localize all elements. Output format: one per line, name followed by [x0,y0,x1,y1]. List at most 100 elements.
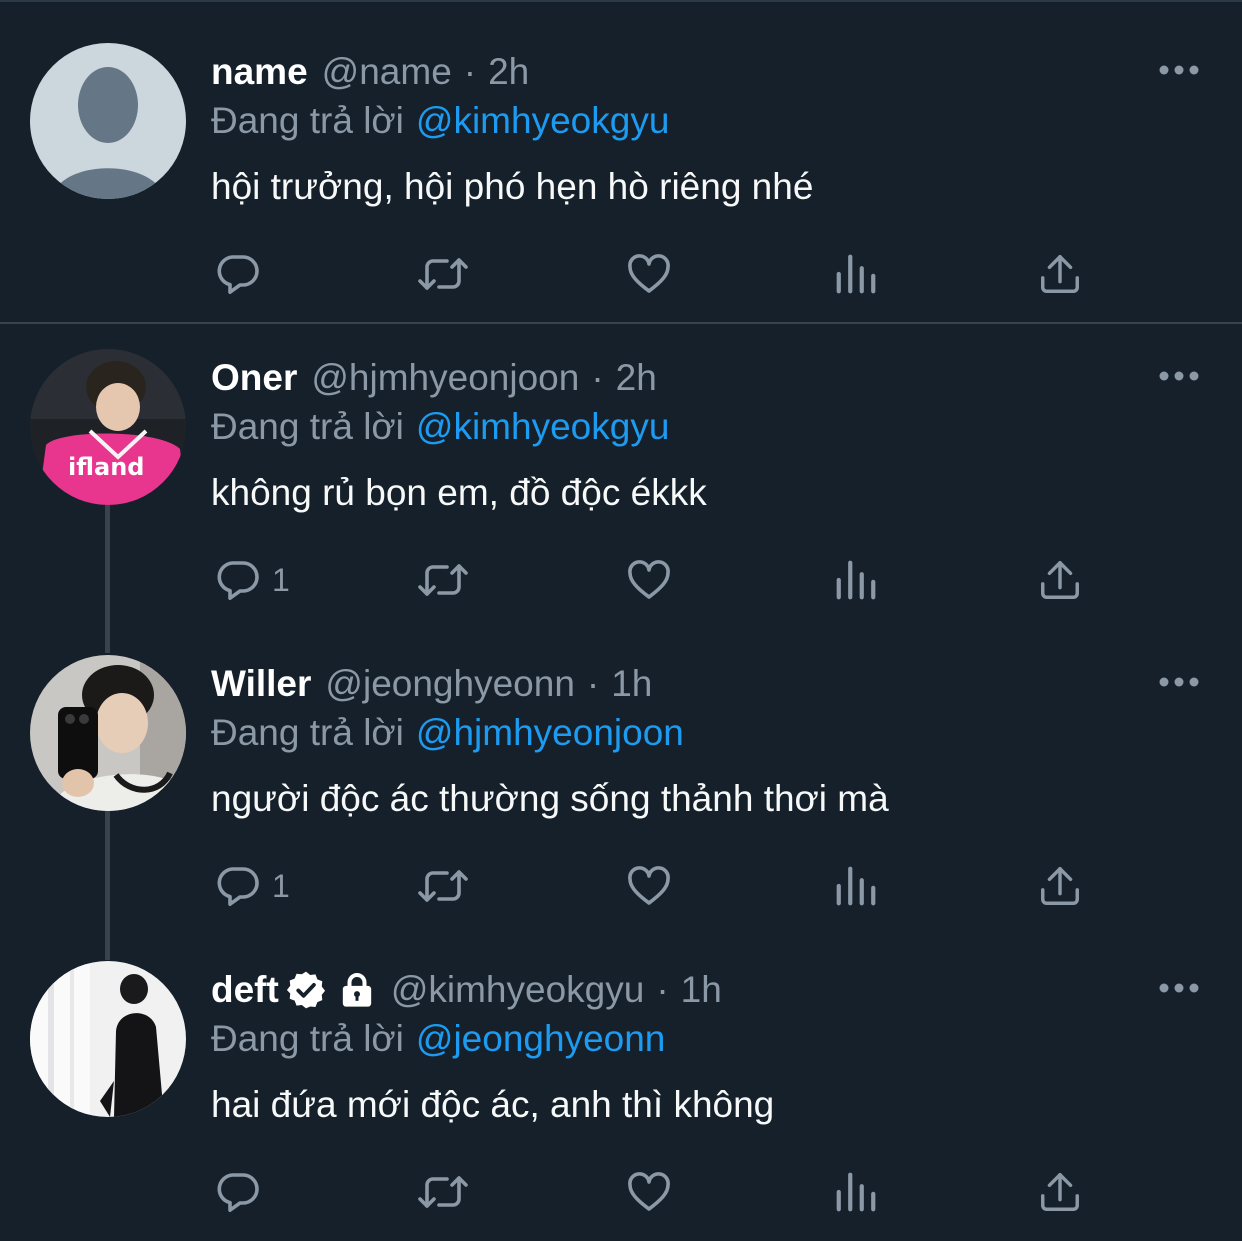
reply-icon [217,1173,259,1212]
action-bar: 1 [211,554,1111,606]
timestamp[interactable]: 1h [681,969,722,1011]
lock-icon [342,973,371,1007]
avatar-oner[interactable]: ifland [30,349,186,505]
like-button[interactable] [624,1166,674,1218]
share-icon [1041,867,1079,905]
action-bar [211,248,1111,300]
like-button[interactable] [624,248,674,300]
tweet-text: người độc ác thường sống thảnh thơi mà [211,778,889,819]
like-icon [628,866,670,905]
tweet[interactable]: deft @kimhyeokgyu · 1h Đang trả lời @jeo… [0,918,1242,1241]
more-button[interactable] [1155,55,1203,85]
action-bar [211,1166,1111,1218]
tweet-text: hội trưởng, hội phó hẹn hò riêng nhé [211,166,814,207]
display-name[interactable]: name [211,51,308,93]
more-icon [1159,65,1199,75]
replying-to-label: Đang trả lời [211,1018,404,1059]
more-icon [1159,983,1199,993]
reply-icon [217,561,259,600]
share-button[interactable] [1037,860,1083,912]
display-name[interactable]: deft [211,969,279,1011]
views-button[interactable] [833,1166,879,1218]
more-icon [1159,371,1199,381]
tweet[interactable]: name @name · 2h Đang trả lời @kimhyeokgyu… [0,0,1242,322]
more-button[interactable] [1155,361,1203,391]
retweet-icon [418,1176,468,1208]
like-button[interactable] [624,860,674,912]
user-handle[interactable]: @name [322,51,452,93]
separator-dot: · [463,51,477,92]
more-button[interactable] [1155,973,1203,1003]
reply-icon [217,867,259,906]
mention-link[interactable]: @jeonghyeonn [416,1018,665,1059]
mention-link[interactable]: @hjmhyeonjoon [416,712,684,753]
verified-icon [286,971,325,1009]
display-name[interactable]: Willer [211,663,311,705]
action-bar: 1 [211,860,1111,912]
timestamp[interactable]: 2h [616,357,657,399]
share-icon [1041,561,1079,599]
user-handle[interactable]: @hjmhyeonjoon [311,357,579,399]
avatar-default[interactable] [30,43,186,199]
retweet-button[interactable] [415,248,471,300]
retweet-icon [418,564,468,596]
replying-to: Đang trả lời @jeonghyeonn [211,1018,665,1060]
share-button[interactable] [1037,1166,1083,1218]
replying-to-label: Đang trả lời [211,406,404,447]
mention-link[interactable]: @kimhyeokgyu [416,100,670,141]
views-button[interactable] [833,554,879,606]
separator-dot: · [586,663,600,704]
more-button[interactable] [1155,667,1203,697]
retweet-button[interactable] [415,1166,471,1218]
reply-count: 1 [272,867,290,904]
user-handle[interactable]: @jeonghyeonn [325,663,574,705]
protected-badge [337,970,377,1010]
retweet-button[interactable] [415,860,471,912]
reply-button[interactable]: 1 [214,554,290,606]
default-profile-icon [30,43,186,199]
avatar-deft[interactable] [30,961,186,1117]
verified-badge [285,969,327,1011]
timestamp[interactable]: 1h [611,663,652,705]
reply-icon [217,255,259,294]
retweet-icon [418,258,468,290]
profile-photo: ifland [30,349,186,505]
reply-button[interactable] [214,248,272,300]
reply-button[interactable]: 1 [214,860,290,912]
tweet[interactable]: ifland Oner @hjmhyeonjoon · 2h Đang trả … [0,306,1242,612]
views-icon [836,866,876,906]
views-icon [836,254,876,294]
views-icon [836,560,876,600]
tweet[interactable]: Willer @jeonghyeonn · 1h Đang trả lời @hj… [0,612,1242,918]
retweet-button[interactable] [415,554,471,606]
share-icon [1041,255,1079,293]
separator-dot: · [656,969,669,1010]
tweet-text: không rủ bọn em, đồ độc ékkk [211,472,707,513]
share-button[interactable] [1037,248,1083,300]
views-button[interactable] [833,248,879,300]
user-handle[interactable]: @kimhyeokgyu [391,969,645,1011]
display-name[interactable]: Oner [211,357,297,399]
views-button[interactable] [833,860,879,912]
tweet-header: name @name · 2h [211,50,529,94]
avatar-willer[interactable] [30,655,186,811]
tweet-header: deft @kimhyeokgyu · 1h [211,968,722,1012]
retweet-icon [418,870,468,902]
timeline: name @name · 2h Đang trả lời @kimhyeokgyu… [0,0,1242,1241]
like-icon [628,254,670,293]
views-icon [836,1172,876,1212]
timestamp[interactable]: 2h [488,51,529,93]
separator-dot: · [591,357,604,398]
profile-photo [30,655,186,811]
replying-to: Đang trả lời @kimhyeokgyu [211,406,669,448]
tweet-header: Willer @jeonghyeonn · 1h [211,662,652,706]
reply-button[interactable] [214,1166,272,1218]
like-icon [628,1172,670,1211]
share-icon [1041,1173,1079,1211]
replying-to-label: Đang trả lời [211,100,404,141]
profile-photo [30,961,186,1117]
share-button[interactable] [1037,554,1083,606]
mention-link[interactable]: @kimhyeokgyu [416,406,670,447]
like-button[interactable] [624,554,674,606]
jersey-text: ifland [68,453,144,481]
